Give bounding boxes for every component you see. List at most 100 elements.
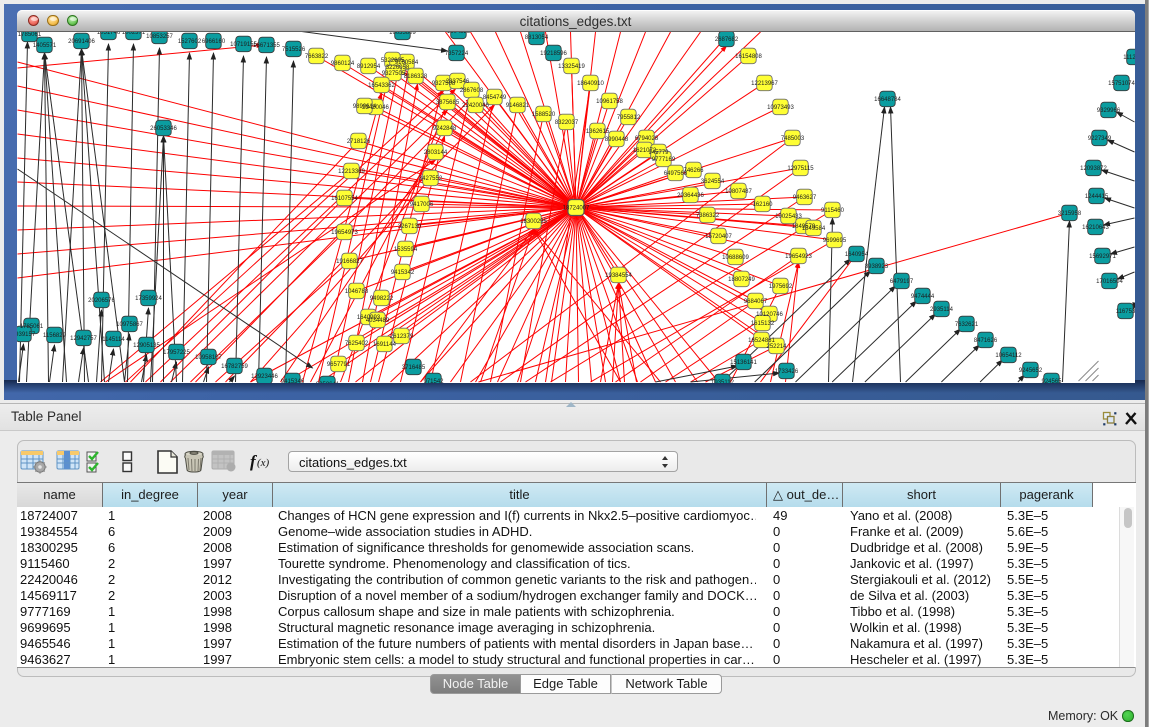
svg-text:8454749: 8454749	[482, 95, 506, 101]
svg-text:1640954: 1640954	[844, 252, 868, 258]
svg-text:8912954: 8912954	[356, 64, 380, 70]
svg-text:12975115: 12975115	[787, 166, 814, 172]
svg-text:16107554: 16107554	[331, 196, 358, 202]
svg-text:9777169: 9777169	[651, 157, 675, 163]
svg-text:17359924: 17359924	[135, 296, 162, 302]
svg-text:1849584: 1849584	[801, 226, 825, 232]
svg-text:9227349: 9227349	[1087, 136, 1111, 142]
svg-text:20691406: 20691406	[68, 39, 95, 45]
svg-text:2867608: 2867608	[459, 88, 483, 94]
svg-text:7632621: 7632621	[954, 322, 978, 328]
svg-text:6479197: 6479197	[889, 279, 913, 285]
svg-text:1405571: 1405571	[32, 43, 56, 49]
svg-text:1604523: 1604523	[446, 32, 470, 35]
svg-text:9258641: 9258641	[315, 382, 339, 383]
svg-text:9242848: 9242848	[432, 126, 456, 132]
svg-text:8322037: 8322037	[554, 120, 578, 126]
svg-text:10807487: 10807487	[725, 189, 752, 195]
svg-text:1588520: 1588520	[531, 112, 555, 118]
svg-text:15751074: 15751074	[1108, 81, 1135, 87]
svg-text:3624554: 3624554	[700, 179, 724, 185]
svg-text:12923446: 12923446	[251, 374, 278, 380]
svg-text:12905135: 12905135	[133, 343, 160, 349]
svg-text:9245652: 9245652	[1018, 368, 1042, 374]
svg-text:9657791: 9657791	[326, 362, 350, 368]
svg-text:7485003: 7485003	[780, 136, 804, 142]
svg-text:17957225: 17957225	[163, 350, 190, 356]
svg-text:8427552: 8427552	[418, 176, 442, 182]
svg-text:8938923: 8938923	[864, 264, 888, 270]
svg-text:12942757: 12942757	[70, 336, 97, 342]
svg-text:16782759: 16782759	[221, 364, 248, 370]
svg-text:1527602: 1527602	[177, 39, 201, 45]
svg-text:16671355: 16671355	[253, 43, 280, 49]
svg-text:13325419: 13325419	[558, 64, 585, 70]
svg-text:22420046: 22420046	[462, 103, 489, 109]
svg-text:1145114: 1145114	[102, 337, 125, 343]
svg-text:15136141: 15136141	[730, 360, 757, 366]
svg-text:19654973: 19654973	[331, 230, 358, 236]
svg-text:1615132: 1615132	[750, 321, 774, 327]
svg-text:7357224: 7357224	[444, 51, 468, 57]
svg-text:18300295: 18300295	[520, 219, 547, 225]
svg-text:1935112: 1935112	[711, 380, 735, 383]
svg-text:10961758: 10961758	[596, 99, 623, 105]
svg-text:9474444: 9474444	[910, 294, 934, 300]
svg-text:1244415: 1244415	[1084, 194, 1108, 200]
svg-text:9415346: 9415346	[280, 379, 304, 383]
svg-text:15720407: 15720407	[705, 234, 732, 240]
svg-text:8813054: 8813054	[524, 35, 548, 41]
svg-text:18807249: 18807249	[728, 277, 755, 283]
svg-text:945779: 945779	[648, 150, 669, 156]
svg-text:7386322: 7386322	[695, 213, 719, 219]
svg-text:2612379: 2612379	[389, 334, 413, 340]
svg-text:10120746: 10120746	[756, 312, 783, 318]
svg-text:7955812: 7955812	[616, 115, 640, 121]
svg-text:9684067: 9684067	[743, 299, 767, 305]
svg-text:924565: 924565	[1041, 379, 1062, 383]
svg-text:8471626: 8471626	[973, 338, 997, 344]
svg-text:3215958: 3215958	[1057, 211, 1081, 217]
svg-text:746266: 746266	[683, 168, 704, 174]
svg-text:7625402: 7625402	[344, 341, 368, 347]
svg-text:116753: 116753	[1115, 309, 1134, 315]
svg-text:6794028: 6794028	[634, 136, 658, 142]
svg-text:15692971: 15692971	[1089, 254, 1116, 260]
svg-text:6966160: 6966160	[201, 39, 225, 45]
svg-text:8186328: 8186328	[403, 74, 427, 80]
svg-text:2935114: 2935114	[930, 307, 954, 313]
svg-text:9327505: 9327505	[381, 71, 405, 77]
svg-text:9417006: 9417006	[409, 202, 433, 208]
svg-text:3716485: 3716485	[401, 365, 425, 371]
svg-text:20364436: 20364436	[677, 193, 704, 199]
svg-text:1112845: 1112845	[1123, 55, 1135, 61]
svg-text:12093872: 12093872	[1080, 166, 1107, 172]
svg-text:1362615: 1362615	[585, 129, 609, 135]
svg-text:1691144: 1691144	[373, 342, 397, 348]
svg-text:3875685: 3875685	[435, 100, 459, 106]
svg-text:3267130: 3267130	[397, 224, 421, 230]
svg-text:162160: 162160	[752, 202, 773, 208]
svg-text:12213967: 12213967	[751, 81, 778, 87]
svg-text:9329966: 9329966	[1096, 108, 1120, 114]
svg-text:971542: 971542	[423, 379, 444, 383]
svg-text:1785061: 1785061	[17, 32, 41, 38]
svg-text:10654112: 10654112	[995, 353, 1022, 359]
svg-text:10975867: 10975867	[116, 322, 143, 328]
svg-text:3939157: 3939157	[17, 332, 36, 338]
svg-text:1975692: 1975692	[768, 284, 792, 290]
svg-text:16033809: 16033809	[389, 32, 416, 36]
svg-text:8990448: 8990448	[604, 137, 628, 143]
svg-text:26053346: 26053346	[150, 126, 177, 132]
svg-text:1156829: 1156829	[43, 333, 67, 339]
svg-text:1535594: 1535594	[393, 247, 417, 253]
svg-text:10973493: 10973493	[767, 105, 794, 111]
svg-text:252214: 252214	[766, 344, 787, 350]
svg-text:1046788: 1046788	[344, 289, 368, 295]
svg-text:5322605: 5322605	[380, 58, 404, 64]
svg-text:2803144: 2803144	[423, 150, 447, 156]
svg-text:9498222: 9498222	[369, 296, 393, 302]
svg-text:16210643: 16210643	[1082, 225, 1109, 231]
svg-text:20206576: 20206576	[88, 298, 115, 304]
svg-text:9415342: 9415342	[390, 270, 414, 276]
